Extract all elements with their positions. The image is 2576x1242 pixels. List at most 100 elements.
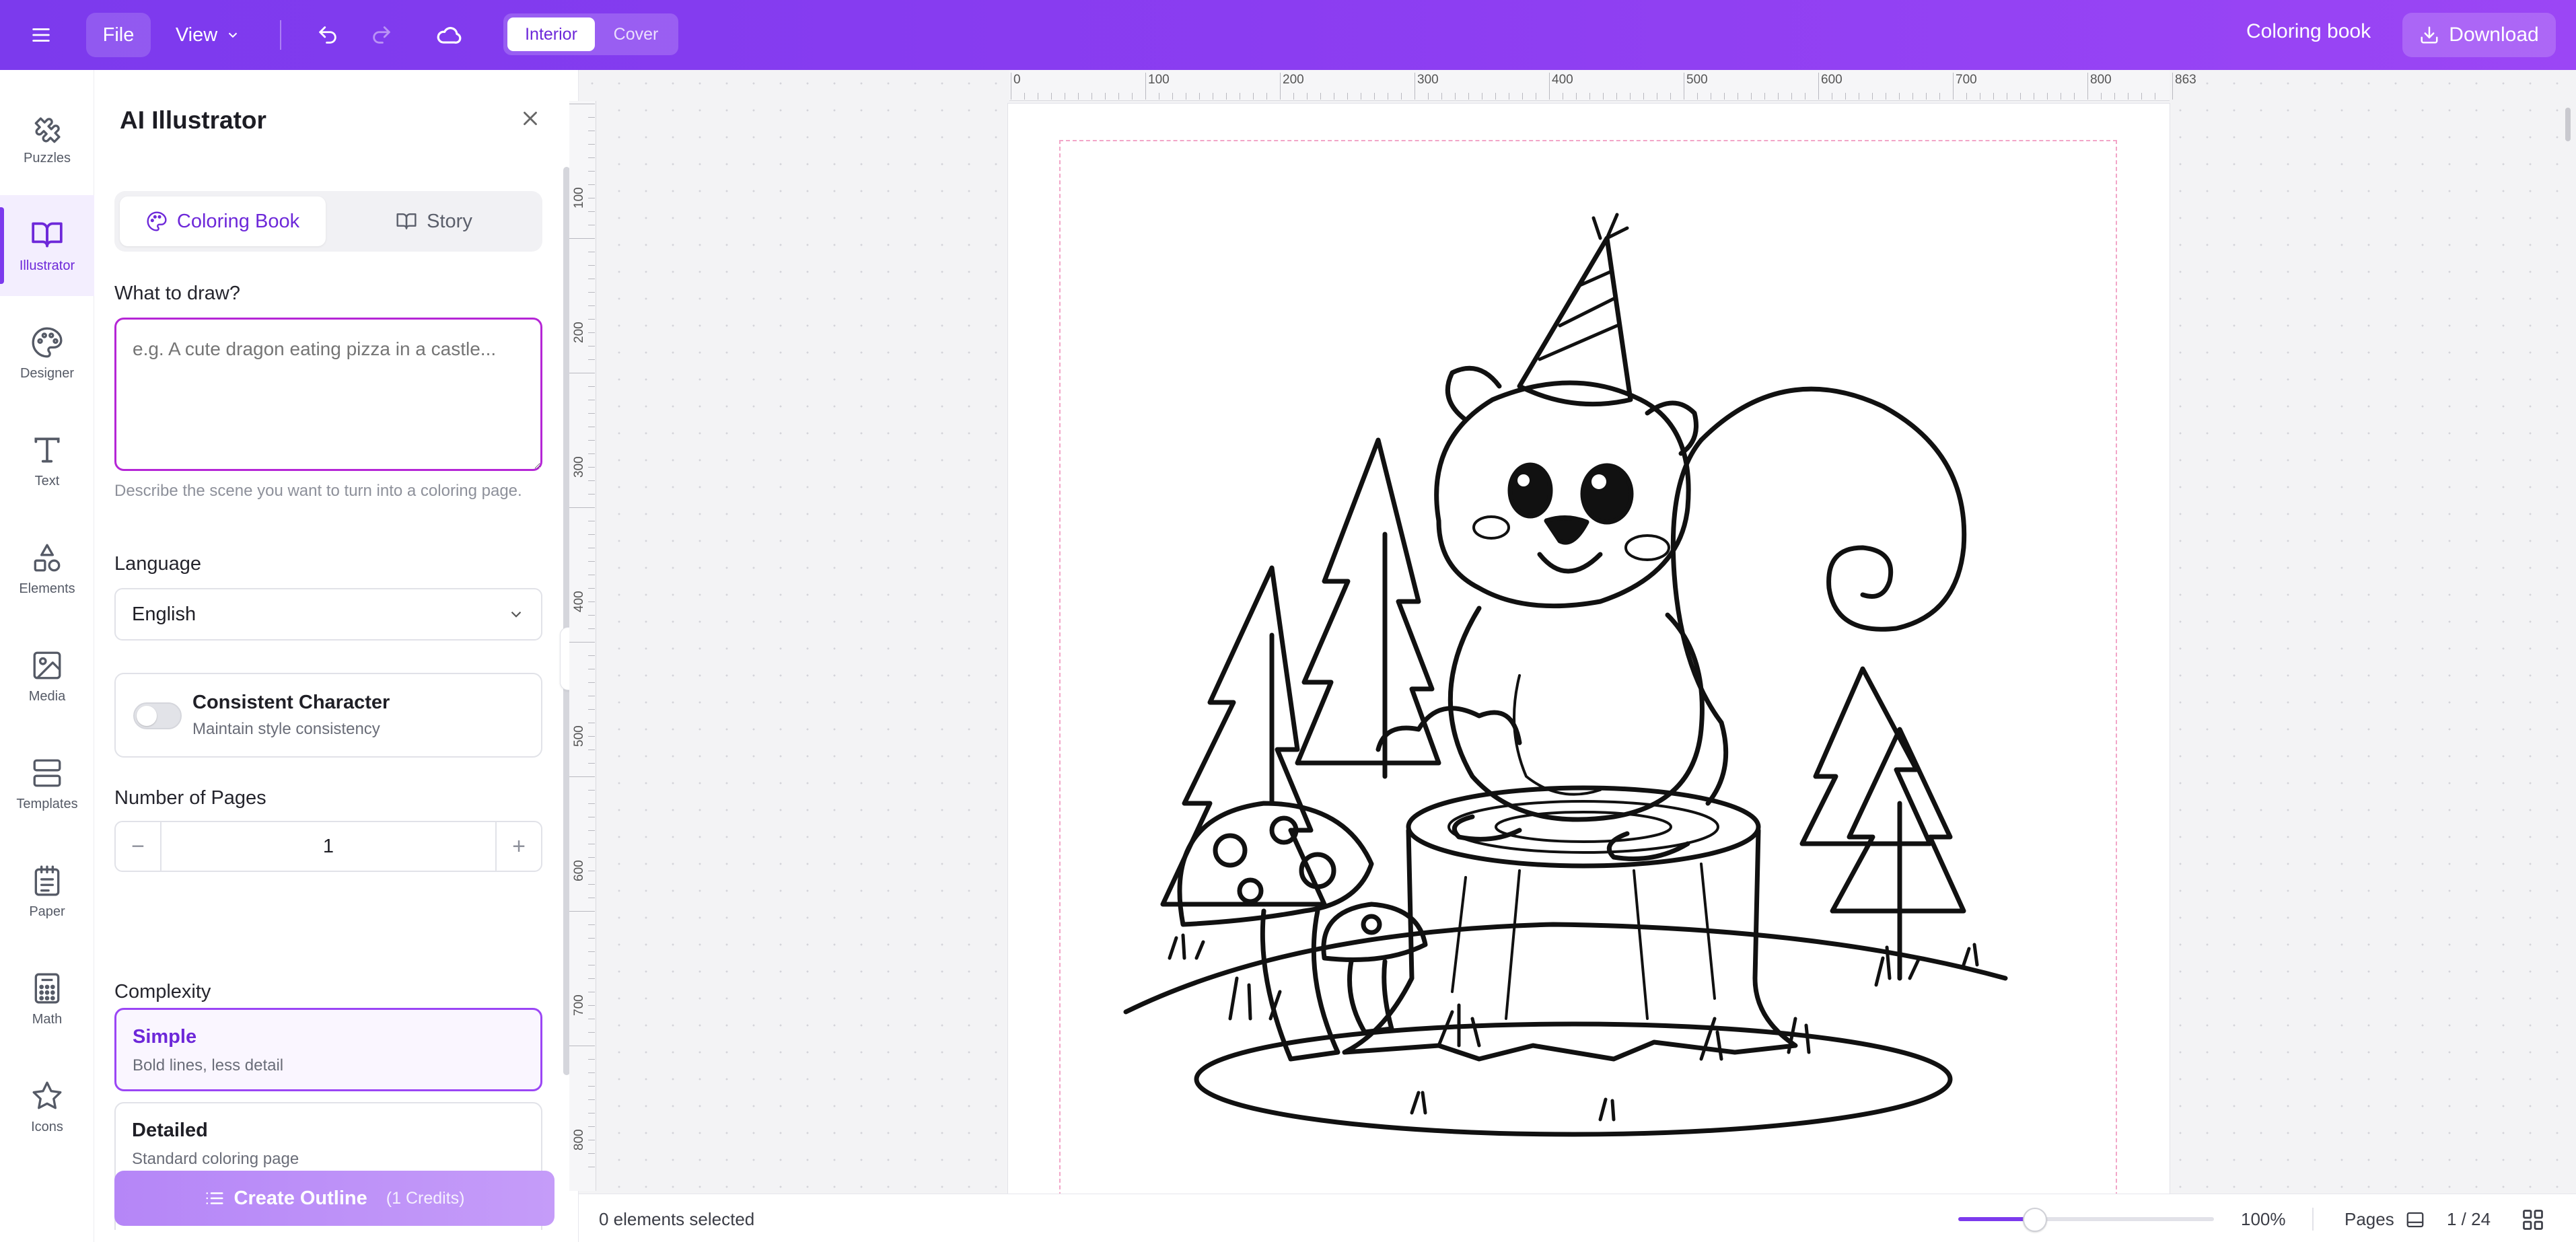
rail-item-designer[interactable]: Designer bbox=[0, 303, 94, 404]
ruler-minor-tick bbox=[588, 615, 595, 616]
complexity-option-simple[interactable]: Simple Bold lines, less detail bbox=[114, 1008, 542, 1091]
ruler-minor-tick bbox=[1764, 93, 1765, 100]
ruler-tick bbox=[1549, 73, 1550, 100]
language-label: Language bbox=[114, 553, 202, 575]
star-icon bbox=[32, 1081, 62, 1109]
undo-icon bbox=[319, 26, 336, 44]
ruler-minor-tick bbox=[588, 1099, 595, 1100]
language-select[interactable]: English bbox=[114, 588, 542, 641]
rail-item-text[interactable]: Text bbox=[0, 410, 94, 511]
ruler-minor-tick bbox=[1926, 93, 1927, 100]
ruler-minor-tick bbox=[1966, 93, 1967, 100]
zoom-level[interactable]: 100% bbox=[2241, 1209, 2286, 1230]
download-button[interactable]: Download bbox=[2402, 13, 2556, 57]
ruler-minor-tick bbox=[588, 386, 595, 387]
ruler-tick-label: 400 bbox=[572, 591, 586, 612]
zoom-slider[interactable] bbox=[1958, 1208, 2214, 1232]
ruler-tick-label: 500 bbox=[1686, 73, 1708, 87]
ruler-tick-label: 300 bbox=[1417, 73, 1439, 87]
ruler-minor-tick bbox=[1455, 93, 1456, 100]
ruler-minor-tick bbox=[588, 480, 595, 481]
ruler-tick bbox=[1818, 73, 1819, 100]
pages-value[interactable]: 1 bbox=[160, 822, 497, 871]
ruler-tick bbox=[2172, 73, 2173, 100]
list-icon bbox=[206, 1192, 223, 1204]
canvas-scrollbar[interactable] bbox=[2565, 108, 2571, 141]
ruler-minor-tick bbox=[569, 238, 595, 239]
ruler-tick-label: 700 bbox=[572, 994, 586, 1016]
ruler-minor-tick bbox=[2020, 93, 2021, 100]
ai-illustrator-panel: AI Illustrator Coloring Book Story What … bbox=[94, 70, 579, 1242]
rail-item-puzzles[interactable]: Puzzles bbox=[0, 87, 94, 188]
rail-item-paper[interactable]: Paper bbox=[0, 841, 94, 942]
ruler-minor-tick bbox=[1105, 93, 1106, 100]
ruler-minor-tick bbox=[588, 359, 595, 360]
mode-tabs: Coloring Book Story bbox=[114, 191, 542, 252]
hamburger-icon bbox=[32, 28, 50, 42]
tab-story[interactable]: Story bbox=[331, 196, 537, 246]
rail-item-templates[interactable]: Templates bbox=[0, 733, 94, 834]
file-menu-button[interactable]: File bbox=[86, 13, 151, 57]
undo-button[interactable] bbox=[306, 13, 350, 57]
tab-coloring-book[interactable]: Coloring Book bbox=[120, 196, 326, 246]
ruler-minor-tick bbox=[588, 951, 595, 952]
cover-tab[interactable]: Cover bbox=[599, 17, 673, 51]
rail-item-illustrator[interactable]: Illustrator bbox=[0, 195, 94, 296]
ruler-minor-tick bbox=[1307, 93, 1308, 100]
book-open-icon bbox=[396, 213, 417, 229]
tool-rail: Puzzles Illustrator Designer Text Elemen… bbox=[0, 70, 94, 1242]
menu-button[interactable] bbox=[19, 13, 63, 57]
interior-tab[interactable]: Interior bbox=[507, 17, 595, 51]
ruler-minor-tick bbox=[588, 1005, 595, 1006]
grid-view-icon[interactable] bbox=[2521, 1208, 2545, 1232]
consistent-character-toggle[interactable] bbox=[133, 702, 182, 729]
redo-button[interactable] bbox=[359, 13, 404, 57]
create-outline-credits: (1 Credits) bbox=[386, 1188, 465, 1208]
ruler-minor-tick bbox=[588, 924, 595, 925]
ruler-minor-tick bbox=[588, 144, 595, 145]
close-panel-button[interactable] bbox=[515, 104, 545, 133]
view-menu-button[interactable]: View bbox=[164, 13, 252, 57]
ruler-minor-tick bbox=[588, 467, 595, 468]
ruler-minor-tick bbox=[588, 332, 595, 333]
ruler-minor-tick bbox=[1522, 93, 1523, 100]
ruler-minor-tick bbox=[588, 682, 595, 683]
rail-item-icons[interactable]: Icons bbox=[0, 1056, 94, 1157]
ruler-minor-tick bbox=[588, 601, 595, 602]
ruler-tick-label: 0 bbox=[1013, 73, 1021, 87]
ruler-minor-tick bbox=[588, 494, 595, 495]
page-canvas[interactable] bbox=[1008, 104, 2170, 1216]
rail-label-math: Math bbox=[32, 1011, 63, 1027]
rail-item-elements[interactable]: Elements bbox=[0, 518, 94, 619]
consistent-character-subtitle: Maintain style consistency bbox=[192, 720, 380, 738]
project-title[interactable]: Coloring book bbox=[2246, 20, 2371, 43]
zoom-slider-handle[interactable] bbox=[2023, 1208, 2047, 1232]
top-bar: File View Interior Cover Coloring book D… bbox=[0, 0, 2576, 70]
ruler-minor-tick bbox=[588, 440, 595, 441]
ruler-minor-tick bbox=[588, 184, 595, 185]
ruler-minor-tick bbox=[588, 803, 595, 804]
complexity-label: Complexity bbox=[114, 981, 211, 1002]
squirrel-coloring-illustration[interactable] bbox=[1008, 104, 2170, 1194]
decrement-button[interactable]: − bbox=[116, 822, 160, 871]
rail-label-media: Media bbox=[28, 688, 66, 704]
cloud-save-button[interactable] bbox=[427, 13, 471, 57]
pages-button[interactable]: Pages bbox=[2345, 1209, 2425, 1230]
rail-item-math[interactable]: Math bbox=[0, 949, 94, 1050]
shapes-icon bbox=[34, 544, 61, 571]
rail-label-text: Text bbox=[34, 473, 60, 488]
create-outline-button[interactable]: Create Outline (1 Credits) bbox=[114, 1171, 554, 1226]
option-title: Simple bbox=[133, 1026, 197, 1048]
ruler-tick bbox=[1280, 73, 1281, 100]
increment-button[interactable]: + bbox=[497, 822, 541, 871]
ruler-minor-tick bbox=[569, 642, 595, 643]
ruler-minor-tick bbox=[588, 1126, 595, 1127]
ruler-minor-tick bbox=[1347, 93, 1348, 100]
ruler-tick-label: 800 bbox=[2090, 73, 2112, 87]
book-icon bbox=[32, 221, 63, 248]
rail-item-media[interactable]: Media bbox=[0, 626, 94, 727]
consistent-character-title: Consistent Character bbox=[192, 692, 390, 713]
prompt-textarea[interactable] bbox=[114, 318, 542, 471]
ruler-minor-tick bbox=[1266, 93, 1267, 100]
ruler-minor-tick bbox=[1845, 93, 1846, 100]
